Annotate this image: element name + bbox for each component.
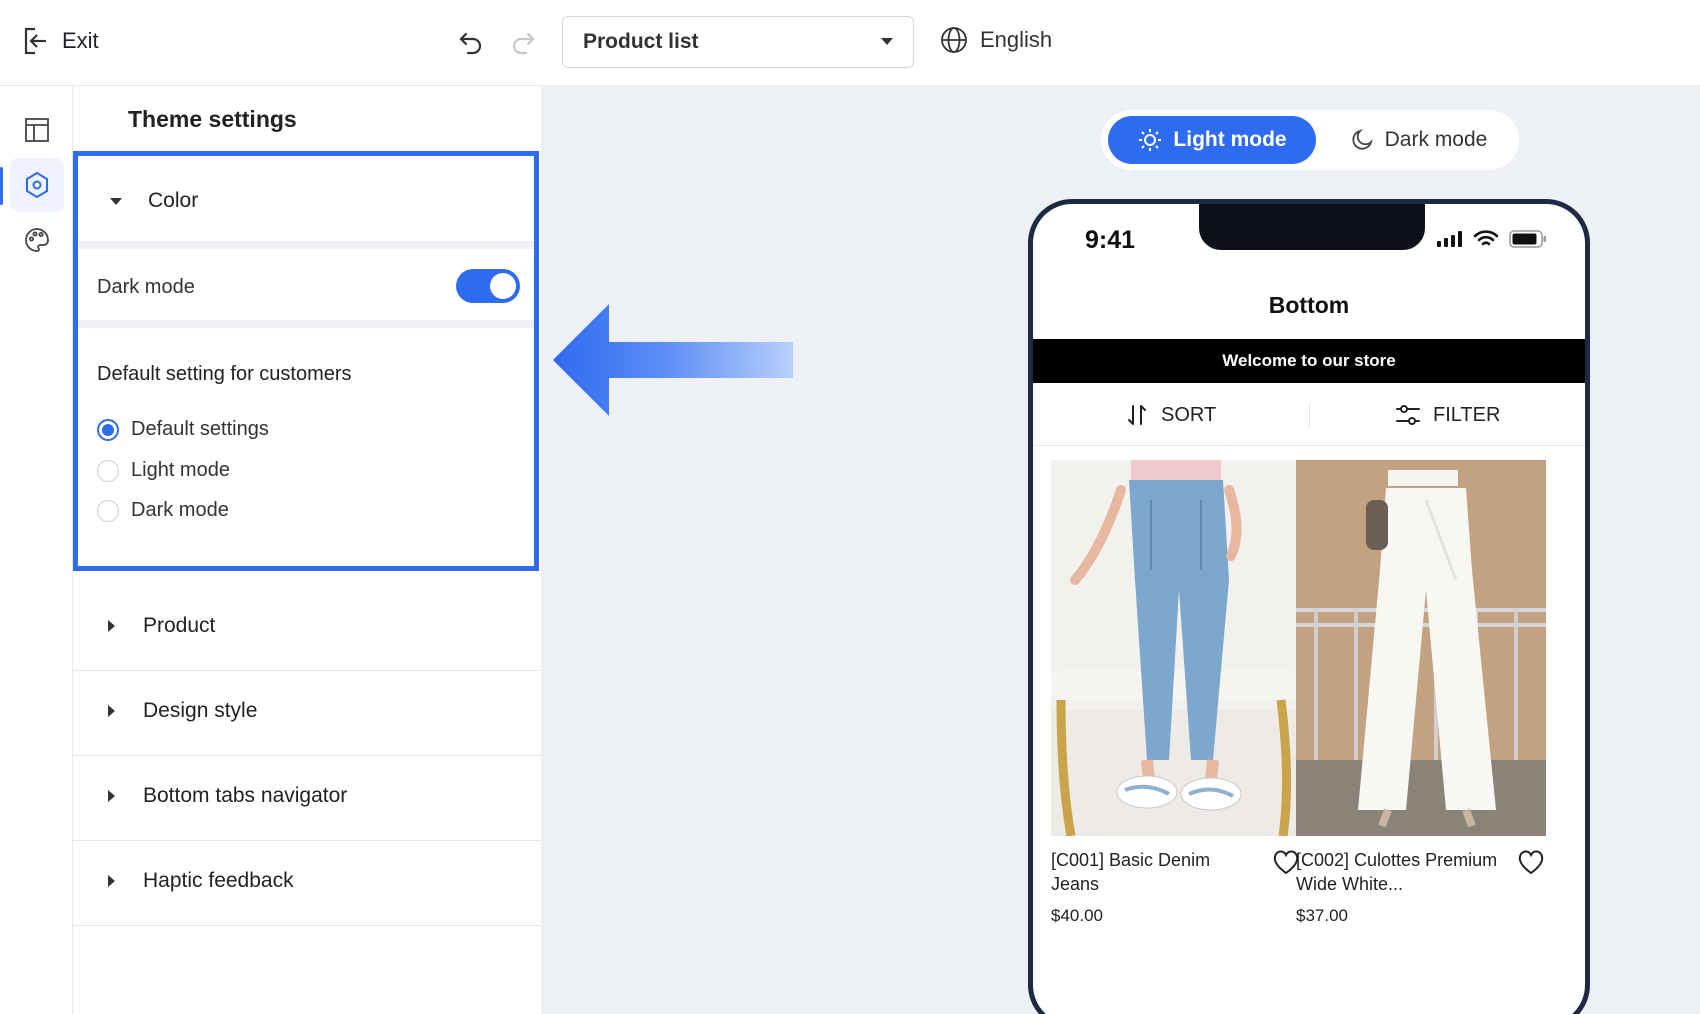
- color-section-label: Color: [148, 189, 199, 212]
- divider: [78, 241, 534, 249]
- product-image: [1051, 460, 1301, 837]
- caret-right-icon: [108, 619, 115, 632]
- phone-screen-title: Bottom: [1268, 292, 1350, 318]
- caret-right-icon: [108, 704, 115, 717]
- section-label: Bottom tabs navigator: [143, 783, 348, 807]
- radio-dot: [97, 499, 119, 522]
- caret-right-icon: [108, 874, 115, 887]
- sort-filter-bar: SORT FILTER: [1033, 384, 1585, 446]
- dark-mode-label: Dark mode: [1384, 128, 1488, 151]
- dark-mode-label: Dark mode: [97, 276, 195, 298]
- filter-button[interactable]: FILTER: [1395, 384, 1500, 446]
- sort-icon: [1128, 405, 1146, 425]
- rail-item-style[interactable]: [10, 213, 64, 267]
- rail-active-marker: [0, 167, 3, 205]
- section-design-style[interactable]: Design style: [73, 666, 541, 756]
- phone-preview: 9:41 Bottom Welcome to our store SORT FI…: [1028, 199, 1590, 1014]
- toggle-knob: [490, 273, 516, 299]
- chevron-down-icon: [881, 38, 893, 45]
- filter-icon: [1396, 405, 1420, 425]
- language-label: English: [980, 27, 1053, 52]
- radio-dot-selected: [97, 418, 119, 441]
- section-label: Haptic feedback: [143, 868, 294, 892]
- radio-dot: [97, 459, 119, 482]
- light-mode-label: Light mode: [1173, 128, 1287, 151]
- signal-icon: [1437, 231, 1462, 247]
- icon-rail: [0, 86, 73, 1014]
- globe-icon: [941, 27, 967, 53]
- section-bottom-tabs-navigator[interactable]: Bottom tabs navigator: [73, 751, 541, 841]
- rail-item-layout[interactable]: [10, 103, 64, 157]
- exit-button[interactable]: Exit: [22, 26, 99, 56]
- palette-icon: [25, 228, 49, 252]
- filter-label: FILTER: [1433, 403, 1501, 426]
- product-card[interactable]: [C002] Culottes Premium Wide White... $3…: [1296, 460, 1550, 925]
- radio-label: Light mode: [131, 459, 230, 481]
- radio-default-settings[interactable]: Default settings: [97, 418, 269, 441]
- product-price: $37.00: [1296, 906, 1348, 925]
- section-label: Design style: [143, 698, 258, 722]
- phone-notch: [1199, 204, 1425, 250]
- top-bar: Exit Product list English: [0, 0, 1700, 86]
- divider: [1309, 402, 1310, 428]
- language-selector[interactable]: English: [940, 26, 1052, 54]
- sort-label: SORT: [1161, 403, 1217, 426]
- radio-dark-mode[interactable]: Dark mode: [97, 499, 229, 522]
- page-select[interactable]: Product list: [562, 16, 914, 68]
- product-card[interactable]: [C001] Basic Denim Jeans $40.00: [1051, 460, 1305, 925]
- color-section-header[interactable]: Color: [78, 156, 544, 246]
- product-name: [C002] Culottes Premium Wide White...: [1296, 850, 1498, 894]
- heart-icon[interactable]: [1516, 848, 1546, 876]
- caret-down-icon: [110, 197, 122, 205]
- exit-icon: [24, 27, 46, 55]
- exit-label: Exit: [62, 28, 99, 53]
- layout-icon: [25, 118, 49, 142]
- moon-icon: [1352, 129, 1373, 150]
- default-setting-title: Default setting for customers: [97, 363, 352, 385]
- color-section-highlight: Color Dark mode Default setting for cust…: [73, 151, 539, 571]
- sort-button[interactable]: SORT: [1125, 384, 1216, 446]
- caret-right-icon: [108, 789, 115, 802]
- preview-mode-toggle: Light mode Dark mode: [1101, 110, 1519, 170]
- settings-panel: Theme settings Color Dark mode Default s…: [73, 86, 541, 1014]
- status-time: 9:41: [1085, 226, 1136, 254]
- wifi-icon: [1473, 230, 1499, 246]
- radio-label: Default settings: [131, 418, 269, 440]
- left-arrow-icon: [553, 304, 793, 416]
- divider: [78, 320, 534, 328]
- redo-icon[interactable]: [508, 28, 538, 58]
- dark-mode-row: Dark mode: [78, 249, 534, 326]
- sun-icon: [1139, 129, 1162, 151]
- battery-icon: [1509, 230, 1546, 248]
- product-price: $40.00: [1051, 906, 1103, 925]
- dark-mode-button[interactable]: Dark mode: [1333, 116, 1503, 164]
- section-product[interactable]: Product: [73, 581, 541, 671]
- store-banner: Welcome to our store: [1033, 339, 1585, 383]
- dark-mode-toggle[interactable]: [456, 269, 520, 303]
- radio-label: Dark mode: [131, 499, 229, 521]
- section-label: Product: [143, 613, 216, 637]
- radio-light-mode[interactable]: Light mode: [97, 459, 230, 482]
- status-icons: [1437, 230, 1547, 248]
- section-haptic-feedback[interactable]: Haptic feedback: [73, 836, 541, 926]
- page-select-value: Product list: [583, 30, 699, 53]
- light-mode-button[interactable]: Light mode: [1108, 116, 1316, 164]
- product-name: [C001] Basic Denim Jeans: [1051, 850, 1211, 894]
- hexagon-settings-icon: [26, 171, 48, 199]
- undo-icon[interactable]: [456, 28, 486, 58]
- rail-item-theme[interactable]: [10, 158, 64, 212]
- product-image: [1296, 460, 1546, 836]
- panel-title: Theme settings: [128, 106, 297, 132]
